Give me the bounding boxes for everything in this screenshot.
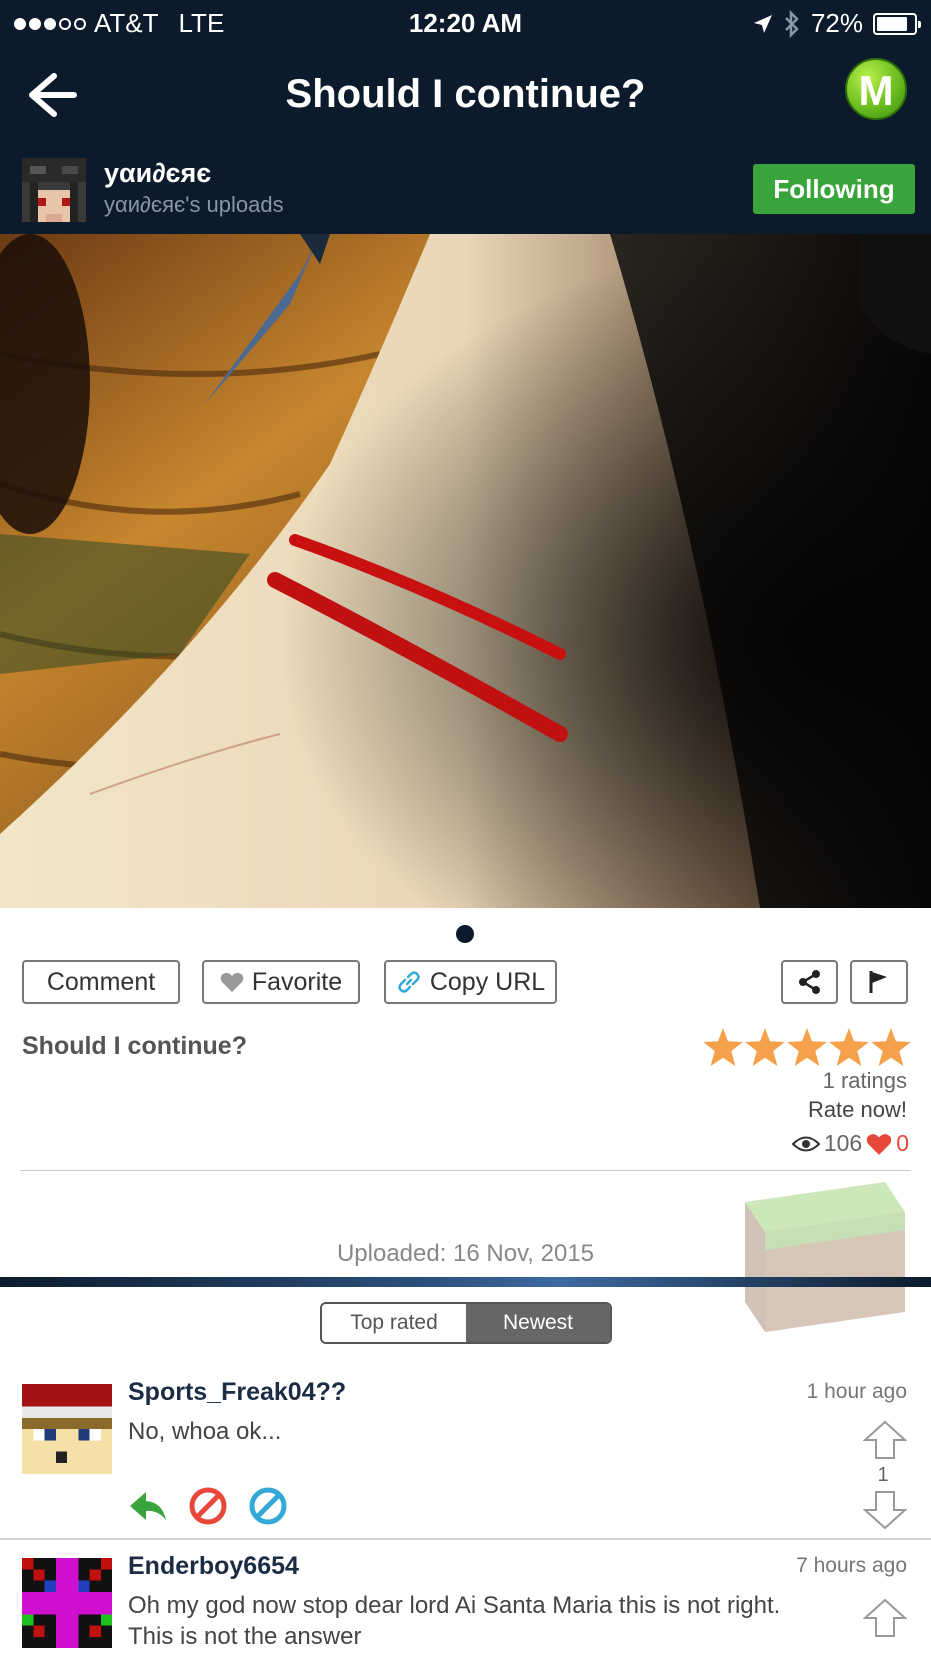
downvote-icon[interactable] xyxy=(863,1490,907,1530)
uploader-bar: уαи∂єяє уαи∂єяє's uploads Following xyxy=(0,150,931,234)
view-count: 106 xyxy=(823,1130,863,1156)
page-title: Should I continue? xyxy=(285,72,646,116)
report-button[interactable] xyxy=(850,960,908,1004)
star-rating[interactable] xyxy=(703,1028,911,1066)
star-icon[interactable] xyxy=(829,1028,869,1066)
favorite-count: 0 xyxy=(896,1130,909,1156)
post-image-graphic xyxy=(0,234,931,908)
tab-newest[interactable]: Newest xyxy=(466,1304,610,1342)
favorite-button[interactable]: Favorite xyxy=(202,960,360,1004)
rate-now-link[interactable]: Rate now! xyxy=(808,1097,907,1123)
star-icon[interactable] xyxy=(745,1028,785,1066)
vote-count: 1 xyxy=(877,1464,889,1486)
heart-icon xyxy=(866,1133,892,1155)
uploader-name[interactable]: уαи∂єяє xyxy=(104,158,211,189)
page-indicator xyxy=(456,925,474,943)
comment-button[interactable]: Comment xyxy=(22,960,180,1004)
location-icon xyxy=(753,14,772,33)
uploader-uploads-link[interactable]: уαи∂єяє's uploads xyxy=(104,192,284,218)
eye-icon xyxy=(791,1136,820,1151)
status-bar: AT&T LTE 12:20 AM 72% xyxy=(0,0,931,46)
app-logo-icon[interactable]: M xyxy=(845,58,907,120)
star-icon[interactable] xyxy=(871,1028,911,1066)
status-right: 72% xyxy=(753,8,921,39)
copy-url-label: Copy URL xyxy=(429,967,546,996)
comment-sort-tabs: Top rated Newest xyxy=(320,1302,612,1344)
commenter-avatar[interactable] xyxy=(22,1558,112,1648)
flag-icon xyxy=(869,971,887,993)
battery-icon xyxy=(873,12,921,35)
favorite-label: Favorite xyxy=(251,967,343,996)
copy-url-button[interactable]: Copy URL xyxy=(384,960,557,1004)
star-icon[interactable] xyxy=(703,1028,743,1066)
comment-item: Sports_Freak04?? 1 hour ago No, whoa ok.… xyxy=(0,1378,931,1538)
upload-date: Uploaded: 16 Nov, 2015 xyxy=(336,1240,595,1267)
comment-author[interactable]: Sports_Freak04?? xyxy=(128,1378,346,1407)
comment-text: No, whoa ok... xyxy=(128,1418,282,1445)
heart-icon xyxy=(220,972,244,992)
comment-author[interactable]: Enderboy6654 xyxy=(128,1552,299,1581)
link-icon xyxy=(398,971,420,993)
navigation-bar: Should I continue? M xyxy=(0,50,931,140)
report-comment-icon[interactable] xyxy=(248,1486,288,1526)
divider xyxy=(20,1170,911,1171)
post-image[interactable] xyxy=(0,234,931,908)
comment-text: Oh my god now stop dear lord Ai Santa Ma… xyxy=(128,1592,781,1650)
post-title: Should I continue? xyxy=(22,1032,247,1060)
block-icon[interactable] xyxy=(188,1486,228,1526)
post-stats: 106 0 xyxy=(791,1130,909,1157)
upvote-icon[interactable] xyxy=(863,1598,907,1638)
share-button[interactable] xyxy=(781,960,838,1004)
divider xyxy=(0,1538,931,1540)
comment-label: Comment xyxy=(46,967,156,996)
action-row: Comment Favorite Copy URL xyxy=(0,960,931,1004)
star-icon[interactable] xyxy=(787,1028,827,1066)
comment-time: 1 hour ago xyxy=(806,1380,907,1403)
following-button[interactable]: Following xyxy=(753,164,915,214)
comment-item: Enderboy6654 7 hours ago Oh my god now s… xyxy=(0,1552,931,1656)
uploader-avatar[interactable] xyxy=(22,158,86,222)
share-icon xyxy=(798,970,820,994)
commenter-avatar[interactable] xyxy=(22,1384,112,1474)
bluetooth-icon xyxy=(785,9,799,38)
upvote-icon[interactable] xyxy=(863,1420,907,1460)
reply-icon[interactable] xyxy=(128,1486,168,1526)
comment-actions xyxy=(128,1486,288,1526)
battery-percent: 72% xyxy=(810,8,863,38)
section-separator xyxy=(0,1277,931,1287)
ratings-count: 1 ratings xyxy=(822,1068,907,1093)
tab-top-rated[interactable]: Top rated xyxy=(322,1304,466,1342)
comment-time: 7 hours ago xyxy=(796,1554,907,1577)
top-header: AT&T LTE 12:20 AM 72% Should I continue?… xyxy=(0,0,931,234)
